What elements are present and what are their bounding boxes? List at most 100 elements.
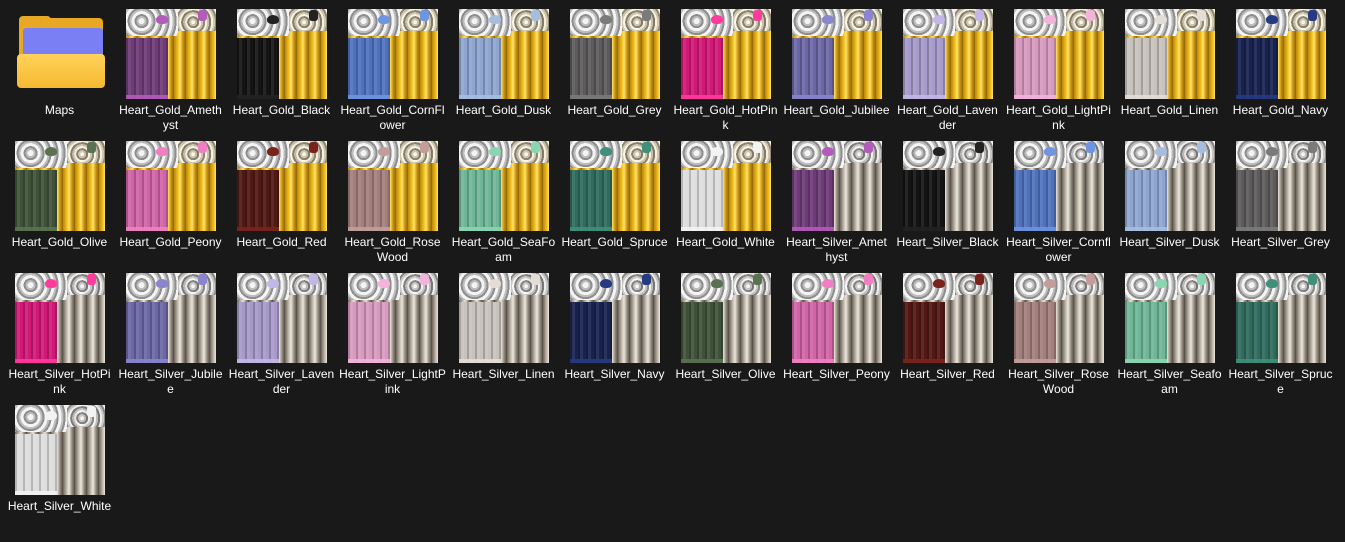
file-item[interactable]: Heart_Gold_Black [226,0,337,132]
folder-item-maps[interactable]: Maps [4,0,115,132]
file-label: Heart_Gold_LightPink [1006,103,1111,132]
file-label: Heart_Gold_Peony [119,235,222,249]
texture-thumbnail [1125,273,1215,363]
file-label: Heart_Silver_Amethyst [786,235,887,264]
texture-thumbnail [348,273,438,363]
texture-thumbnail [237,273,327,363]
file-item[interactable]: Heart_Silver_Cornflower [1003,132,1114,264]
file-label: Heart_Gold_HotPink [673,103,778,132]
file-item[interactable]: Heart_Gold_HotPink [670,0,781,132]
file-label: Heart_Silver_Peony [783,367,890,381]
file-item[interactable]: Heart_Silver_Seafoam [1114,264,1225,396]
file-label: Heart_Gold_Dusk [455,103,552,117]
file-label: Heart_Gold_Linen [1120,103,1219,117]
file-item[interactable]: Heart_Gold_Jubilee [781,0,892,132]
file-item[interactable]: Heart_Gold_Red [226,132,337,264]
file-label: Heart_Silver_HotPink [8,367,111,396]
file-label: Heart_Silver_Olive [675,367,776,381]
texture-thumbnail [126,141,216,231]
file-item[interactable]: Heart_Silver_Dusk [1114,132,1225,264]
texture-thumbnail [15,141,105,231]
file-item[interactable]: Heart_Silver_Olive [670,264,781,396]
texture-thumbnail [570,273,660,363]
file-item[interactable]: Heart_Silver_Linen [448,264,559,396]
file-grid: Maps Heart_Gold_Amethyst Heart_Gold_Black… [4,0,1336,528]
file-item[interactable]: Heart_Gold_Navy [1225,0,1336,132]
texture-thumbnail [1014,141,1104,231]
texture-thumbnail [459,9,549,99]
file-label: Heart_Gold_White [676,235,775,249]
file-item[interactable]: Heart_Gold_Peony [115,132,226,264]
texture-thumbnail [570,9,660,99]
file-item[interactable]: Heart_Silver_Grey [1225,132,1336,264]
texture-thumbnail [1236,141,1326,231]
file-item[interactable]: Heart_Gold_Lavender [892,0,1003,132]
file-label: Heart_Silver_Linen [452,367,555,381]
file-item[interactable]: Heart_Gold_White [670,132,781,264]
file-item[interactable]: Heart_Silver_Spruce [1225,264,1336,396]
folder-label: Maps [44,103,75,117]
texture-thumbnail [1014,273,1104,363]
texture-thumbnail [681,9,771,99]
texture-thumbnail [1236,9,1326,99]
file-item[interactable]: Heart_Silver_Navy [559,264,670,396]
file-label: Heart_Silver_Dusk [1119,235,1220,249]
file-label: Heart_Silver_Cornflower [1006,235,1111,264]
texture-thumbnail [237,141,327,231]
file-label: Heart_Gold_Olive [11,235,108,249]
texture-thumbnail [792,273,882,363]
folder-icon [17,16,105,88]
file-label: Heart_Gold_Black [232,103,331,117]
file-label: Heart_Gold_Jubilee [783,103,890,117]
file-item[interactable]: Heart_Silver_RoseWood [1003,264,1114,396]
file-label: Heart_Gold_Red [236,235,327,249]
file-item[interactable]: Heart_Gold_Olive [4,132,115,264]
file-label: Heart_Silver_Spruce [1228,367,1333,396]
texture-thumbnail [237,9,327,99]
file-item[interactable]: Heart_Silver_Lavender [226,264,337,396]
texture-thumbnail [903,273,993,363]
file-label: Heart_Gold_Lavender [897,103,998,132]
file-label: Heart_Silver_Red [900,367,995,381]
file-item[interactable]: Heart_Silver_Black [892,132,1003,264]
texture-thumbnail [459,141,549,231]
texture-thumbnail [348,9,438,99]
file-label: Heart_Silver_White [7,499,112,513]
file-item[interactable]: Heart_Gold_Amethyst [115,0,226,132]
texture-thumbnail [792,9,882,99]
texture-thumbnail [126,9,216,99]
texture-thumbnail [1125,9,1215,99]
texture-thumbnail [681,141,771,231]
file-item[interactable]: Heart_Gold_Spruce [559,132,670,264]
texture-thumbnail [903,9,993,99]
texture-thumbnail [459,273,549,363]
file-label: Heart_Silver_LightPink [339,367,446,396]
texture-thumbnail [15,405,105,495]
file-item[interactable]: Heart_Silver_Peony [781,264,892,396]
file-item[interactable]: Heart_Gold_LightPink [1003,0,1114,132]
file-item[interactable]: Heart_Gold_Grey [559,0,670,132]
texture-thumbnail [1236,273,1326,363]
file-item[interactable]: Heart_Gold_Linen [1114,0,1225,132]
texture-thumbnail [903,141,993,231]
file-item[interactable]: Heart_Silver_White [4,396,115,528]
file-label: Heart_Gold_SeaFoam [451,235,556,264]
file-label: Heart_Silver_Seafoam [1117,367,1222,396]
file-label: Heart_Silver_Black [896,235,999,249]
texture-thumbnail [792,141,882,231]
file-item[interactable]: Heart_Silver_LightPink [337,264,448,396]
file-item[interactable]: Heart_Gold_CornFlower [337,0,448,132]
file-item[interactable]: Heart_Gold_RoseWood [337,132,448,264]
file-label: Heart_Silver_Grey [1231,235,1330,249]
file-item[interactable]: Heart_Gold_SeaFoam [448,132,559,264]
file-item[interactable]: Heart_Silver_Jubilee [115,264,226,396]
file-item[interactable]: Heart_Silver_HotPink [4,264,115,396]
file-item[interactable]: Heart_Silver_Red [892,264,1003,396]
file-label: Heart_Gold_Spruce [561,235,668,249]
file-label: Heart_Gold_Grey [567,103,662,117]
file-label: Heart_Gold_Amethyst [119,103,222,132]
texture-thumbnail [126,273,216,363]
file-label: Heart_Gold_CornFlower [340,103,445,132]
file-item[interactable]: Heart_Gold_Dusk [448,0,559,132]
file-item[interactable]: Heart_Silver_Amethyst [781,132,892,264]
